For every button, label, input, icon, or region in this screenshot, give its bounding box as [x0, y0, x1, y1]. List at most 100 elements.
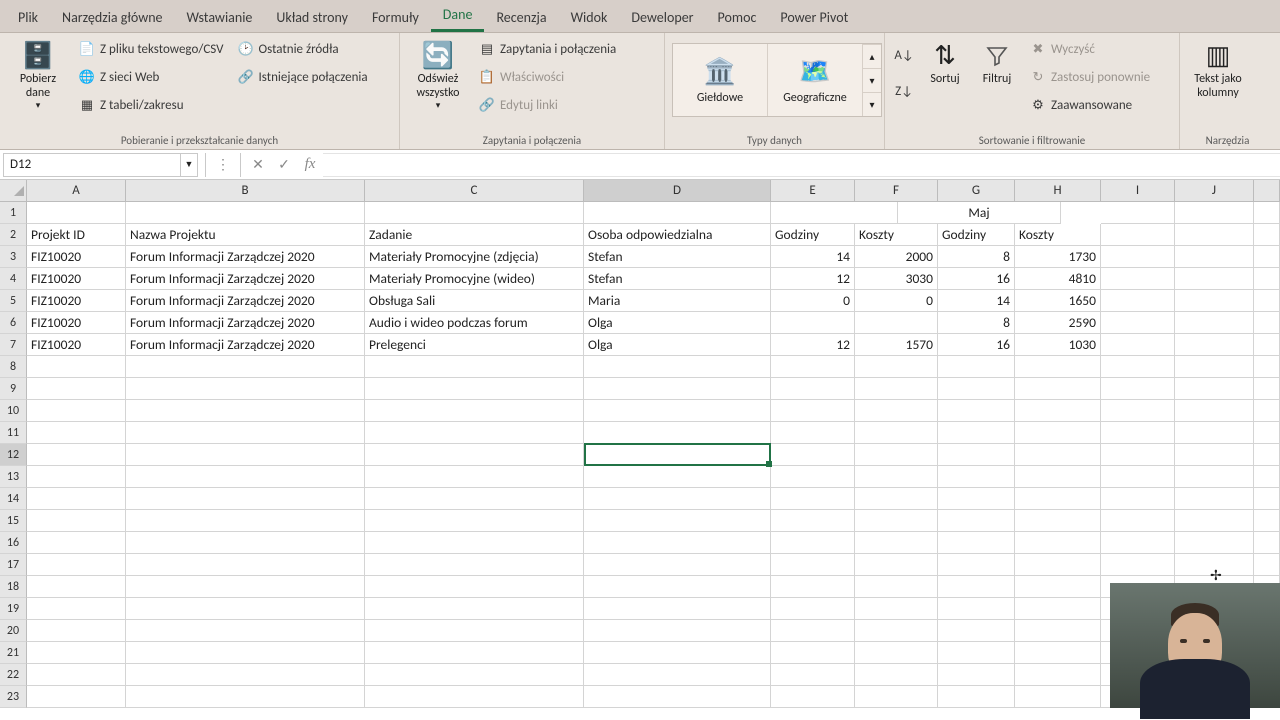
cell[interactable]: Stefan: [584, 268, 771, 290]
row-header[interactable]: 10: [0, 400, 27, 422]
cell[interactable]: [27, 576, 126, 598]
cell[interactable]: [584, 422, 771, 444]
col-header-a[interactable]: A: [27, 180, 126, 201]
cell[interactable]: [365, 466, 584, 488]
cell[interactable]: [1254, 488, 1280, 510]
col-header-f[interactable]: F: [855, 180, 938, 201]
formula-input[interactable]: [323, 153, 1280, 177]
cell[interactable]: 8: [938, 312, 1015, 334]
cell[interactable]: [365, 664, 584, 686]
cell[interactable]: [1015, 532, 1101, 554]
name-box-dropdown[interactable]: ▼: [180, 154, 197, 176]
cell[interactable]: [855, 664, 938, 686]
cell[interactable]: [1101, 356, 1175, 378]
cell[interactable]: [1101, 422, 1175, 444]
recent-sources-button[interactable]: 🕑Ostatnie źródła: [234, 37, 372, 61]
tab-view[interactable]: Widok: [559, 3, 620, 32]
row-header[interactable]: 2: [0, 224, 27, 246]
cell[interactable]: Projekt ID: [27, 224, 126, 246]
cell[interactable]: [27, 356, 126, 378]
cell[interactable]: [771, 686, 855, 708]
cell[interactable]: 16: [938, 268, 1015, 290]
filter-button[interactable]: Filtruj: [974, 37, 1020, 89]
cell[interactable]: [1175, 422, 1254, 444]
cell[interactable]: [1101, 246, 1175, 268]
row-header[interactable]: 21: [0, 642, 27, 664]
row-header[interactable]: 12: [0, 444, 27, 466]
cancel-button[interactable]: ✕: [245, 153, 271, 177]
queries-connections-button[interactable]: ▤Zapytania i połączenia: [475, 37, 620, 61]
cell[interactable]: [126, 378, 365, 400]
cell[interactable]: [27, 444, 126, 466]
row-header[interactable]: 23: [0, 686, 27, 708]
cell[interactable]: [1254, 400, 1280, 422]
cell[interactable]: [855, 488, 938, 510]
cell[interactable]: [1175, 312, 1254, 334]
cell[interactable]: 16: [938, 334, 1015, 356]
stocks-datatype-button[interactable]: 🏛️ Giełdowe: [673, 44, 768, 116]
cell[interactable]: [938, 554, 1015, 576]
cell[interactable]: [126, 202, 365, 224]
cell[interactable]: [938, 532, 1015, 554]
cell[interactable]: [27, 620, 126, 642]
cell[interactable]: [771, 620, 855, 642]
cell[interactable]: [771, 598, 855, 620]
cell[interactable]: [1101, 312, 1175, 334]
cell[interactable]: [1015, 620, 1101, 642]
cell[interactable]: [771, 444, 855, 466]
cell[interactable]: [126, 356, 365, 378]
row-header[interactable]: 17: [0, 554, 27, 576]
cell[interactable]: [584, 576, 771, 598]
cell[interactable]: [126, 554, 365, 576]
cell[interactable]: Forum Informacji Zarządczej 2020: [126, 312, 365, 334]
cell[interactable]: [1101, 532, 1175, 554]
cell[interactable]: [1254, 334, 1280, 356]
insert-function-button[interactable]: fx: [297, 153, 323, 177]
cell[interactable]: [27, 510, 126, 532]
from-table-button[interactable]: ▦Z tabeli/zakresu: [75, 93, 228, 117]
cell[interactable]: [126, 444, 365, 466]
row-header[interactable]: 1: [0, 202, 27, 224]
cell[interactable]: [1175, 224, 1254, 246]
cell[interactable]: Obsługa Sali: [365, 290, 584, 312]
cell[interactable]: FIZ10020: [27, 246, 126, 268]
cell[interactable]: [1175, 378, 1254, 400]
cell[interactable]: Forum Informacji Zarządczej 2020: [126, 334, 365, 356]
cell[interactable]: Forum Informacji Zarządczej 2020: [126, 268, 365, 290]
cell[interactable]: [27, 378, 126, 400]
cell[interactable]: [1175, 246, 1254, 268]
cell[interactable]: 1650: [1015, 290, 1101, 312]
row-header[interactable]: 14: [0, 488, 27, 510]
cell[interactable]: [126, 488, 365, 510]
cell[interactable]: 2000: [855, 246, 938, 268]
cell[interactable]: [584, 664, 771, 686]
sort-button[interactable]: ⇅ Sortuj: [922, 37, 968, 89]
cell[interactable]: FIZ10020: [27, 268, 126, 290]
cell[interactable]: 4810: [1015, 268, 1101, 290]
cell[interactable]: [855, 576, 938, 598]
cell[interactable]: [771, 576, 855, 598]
sort-desc-button[interactable]: Z↓: [892, 79, 916, 103]
cell[interactable]: [584, 356, 771, 378]
cell[interactable]: [1254, 422, 1280, 444]
cell[interactable]: 8: [938, 246, 1015, 268]
cell[interactable]: [1254, 268, 1280, 290]
cell[interactable]: [1254, 444, 1280, 466]
cell[interactable]: 14: [938, 290, 1015, 312]
col-header-e[interactable]: E: [771, 180, 855, 201]
tab-developer[interactable]: Deweloper: [619, 3, 705, 32]
cell[interactable]: [938, 444, 1015, 466]
gallery-up-button[interactable]: ▴: [863, 44, 881, 68]
cell[interactable]: [365, 422, 584, 444]
cell[interactable]: [1101, 334, 1175, 356]
cell[interactable]: [27, 466, 126, 488]
cell[interactable]: [584, 510, 771, 532]
tab-review[interactable]: Recenzja: [484, 3, 558, 32]
gallery-down-button[interactable]: ▾: [863, 68, 881, 92]
cell[interactable]: [855, 686, 938, 708]
col-header-i[interactable]: I: [1101, 180, 1175, 201]
cell[interactable]: [1175, 466, 1254, 488]
cell[interactable]: [1015, 356, 1101, 378]
cell[interactable]: [1175, 334, 1254, 356]
row-header[interactable]: 7: [0, 334, 27, 356]
